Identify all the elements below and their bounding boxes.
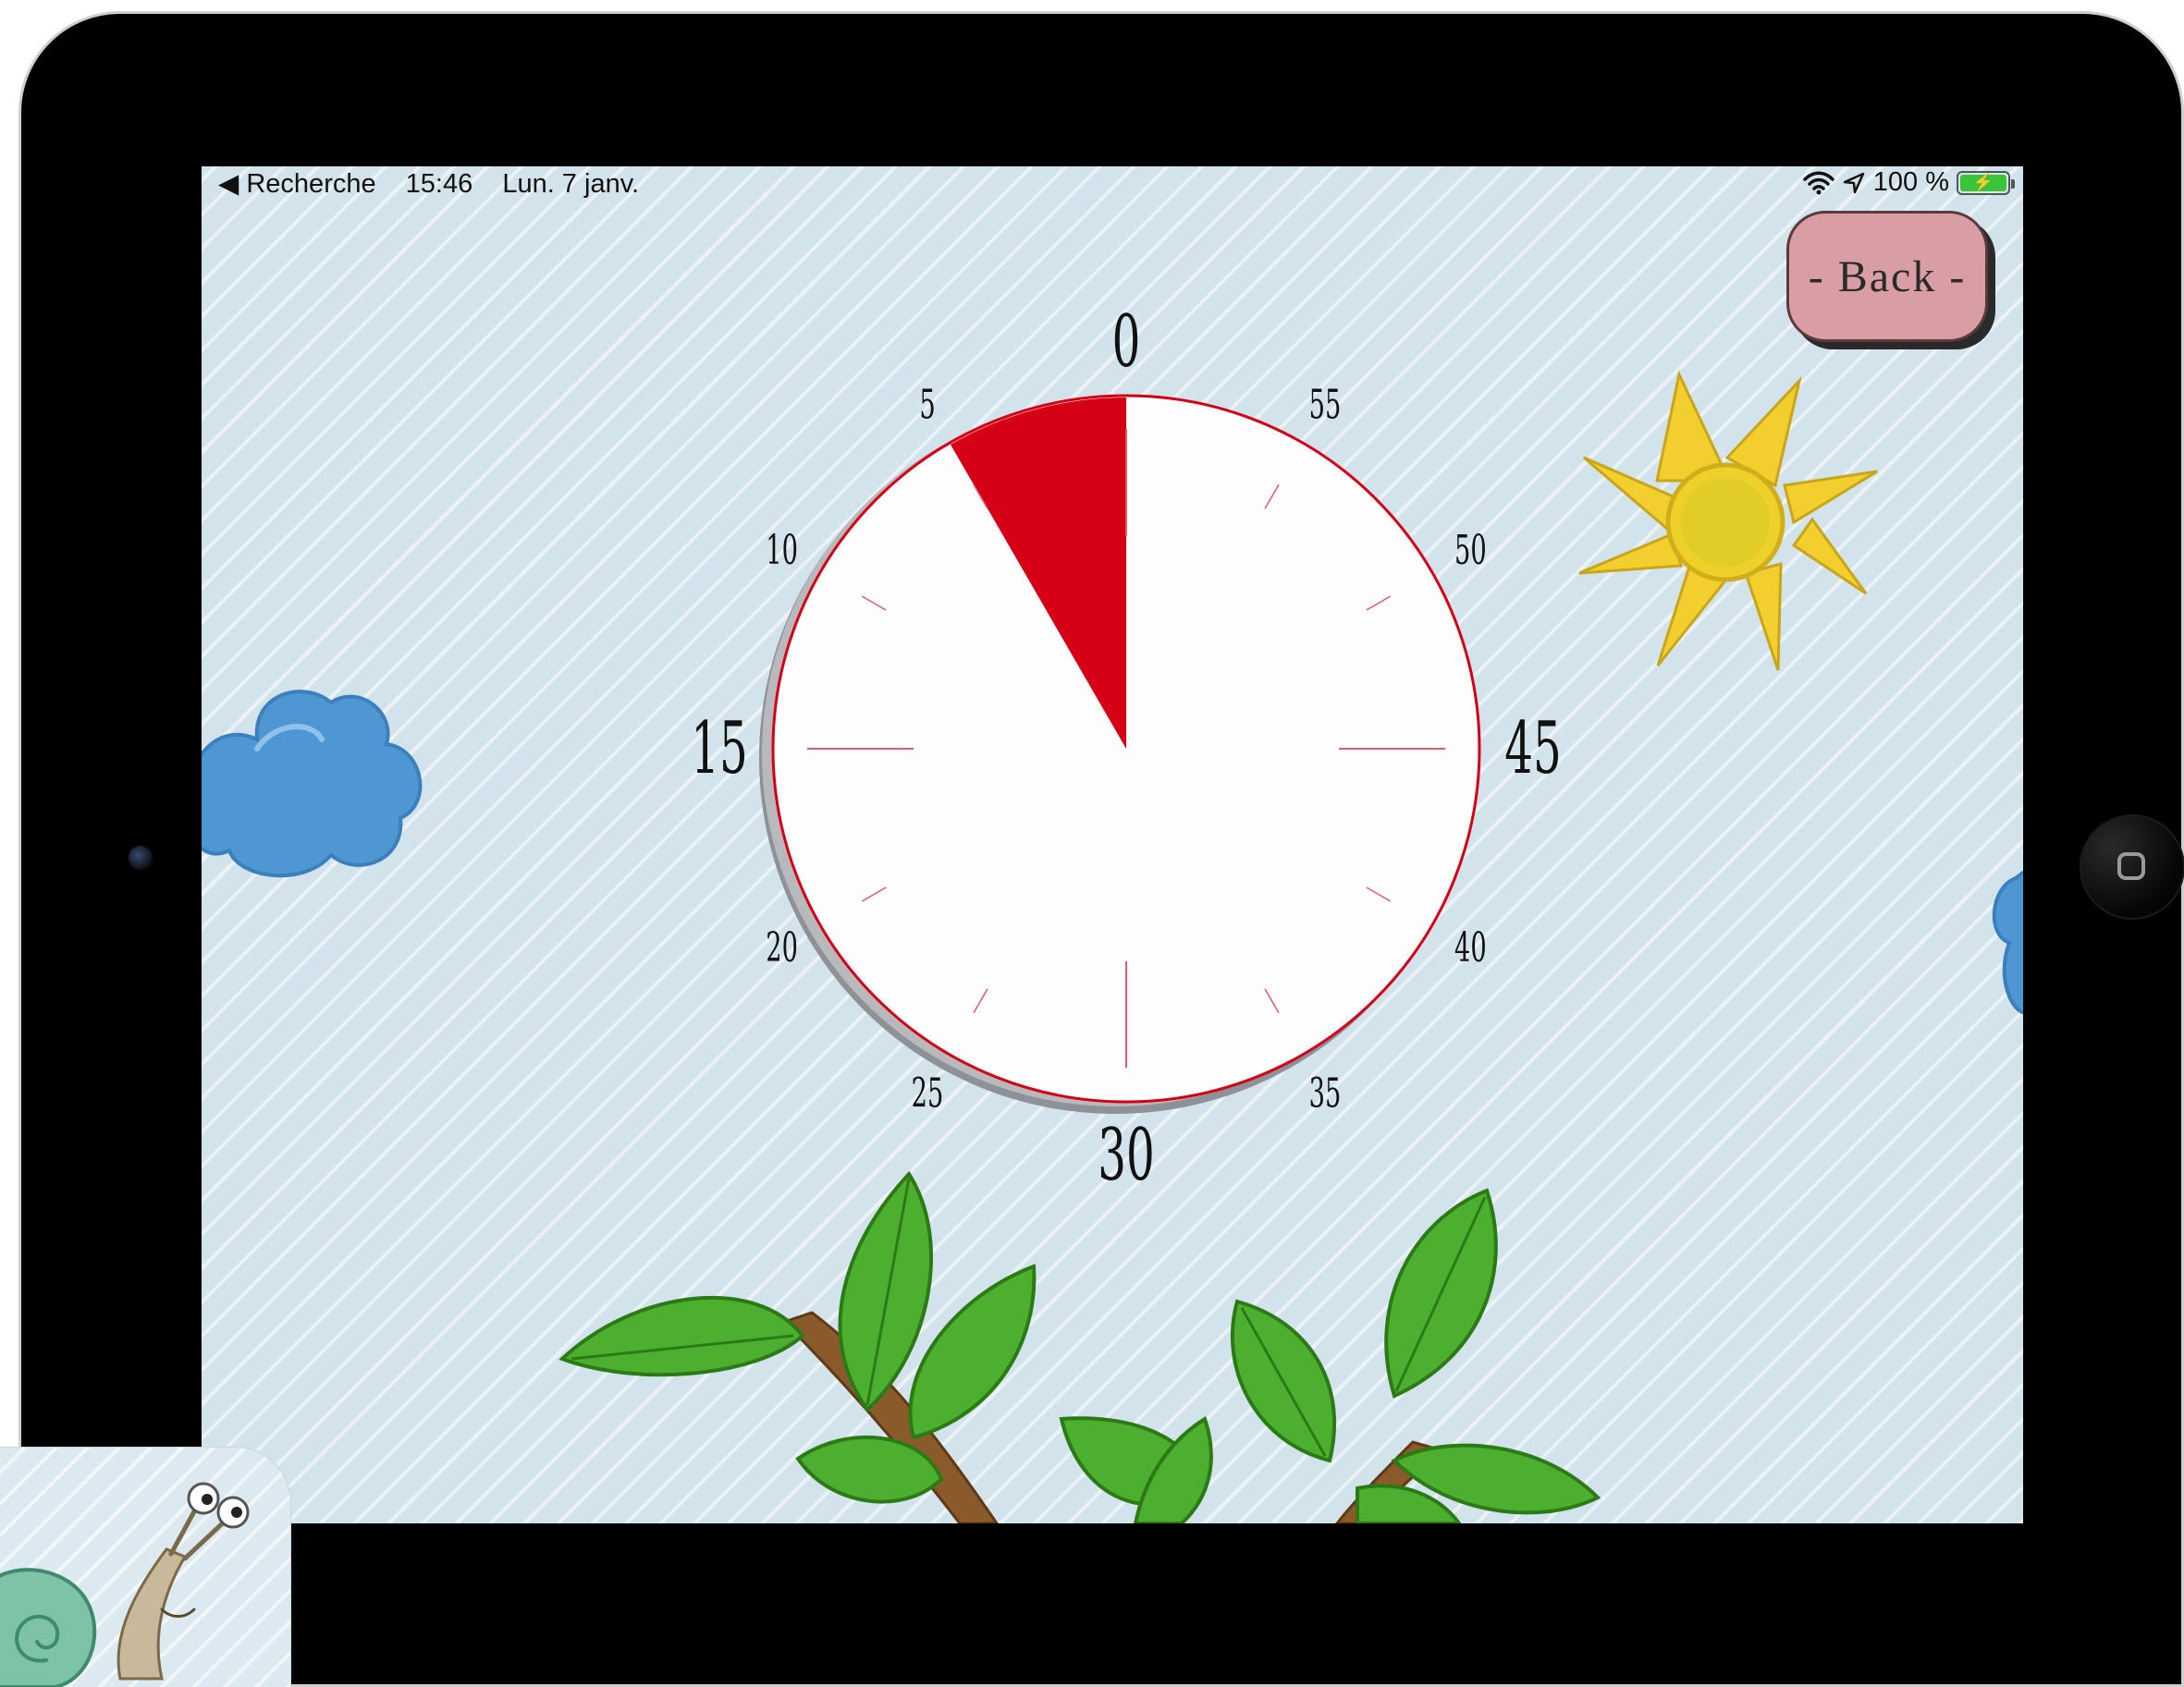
back-button[interactable]: - Back - (1786, 211, 1988, 342)
app-switcher-thumbnail[interactable] (0, 1448, 290, 1687)
camera-icon (129, 846, 153, 870)
status-right: 100 % ⚡ (1803, 167, 2015, 198)
dial-label-45: 45 (1504, 707, 1562, 790)
wifi-icon (1803, 171, 1834, 194)
dial-label-15: 15 (691, 707, 748, 790)
home-button-icon (2117, 852, 2145, 880)
snail-icon (0, 1482, 250, 1687)
dial-label-40: 40 (1454, 923, 1487, 972)
cloud-left-icon (202, 690, 423, 878)
dial-label-25: 25 (912, 1070, 944, 1118)
dial-label-5: 5 (919, 381, 935, 429)
battery-nub (2011, 178, 2015, 189)
timer-dial[interactable]: 0 5 10 15 20 25 30 35 40 45 50 55 (691, 300, 1562, 1197)
status-bar: ◀ Recherche 15:46 Lun. 7 janv. 100 % ⚡ (202, 166, 2023, 200)
dial-label-20: 20 (766, 923, 798, 972)
plant-right-icon (1230, 1188, 1601, 1523)
battery-fill: ⚡ (1960, 173, 2006, 191)
home-button[interactable] (2080, 814, 2184, 920)
dial-label-10: 10 (766, 526, 798, 574)
sun-icon (1578, 370, 1878, 671)
dial-label-50: 50 (1454, 526, 1487, 574)
dial-label-35: 35 (1309, 1070, 1342, 1118)
status-date: Lun. 7 janv. (502, 169, 640, 199)
scene-artwork: 0 5 10 15 20 25 30 35 40 45 50 55 (202, 300, 2023, 1523)
location-arrow-icon (1843, 172, 1865, 193)
cloud-right-icon (1992, 870, 2023, 1015)
plant-left-icon (558, 1170, 1213, 1523)
status-time: 15:46 (405, 169, 473, 199)
back-to-app-link[interactable]: ◀ Recherche (218, 169, 376, 199)
battery-percent: 100 % (1872, 167, 1949, 197)
battery-charging-icon: ⚡ (1957, 170, 2015, 195)
dial-label-30: 30 (1098, 1114, 1155, 1197)
dial-label-55: 55 (1309, 381, 1342, 429)
app-screen: 0 5 10 15 20 25 30 35 40 45 50 55 ◀ Rech… (202, 166, 2023, 1523)
status-left: ◀ Recherche 15:46 Lun. 7 janv. (218, 167, 661, 200)
dial-label-0: 0 (1112, 300, 1141, 384)
